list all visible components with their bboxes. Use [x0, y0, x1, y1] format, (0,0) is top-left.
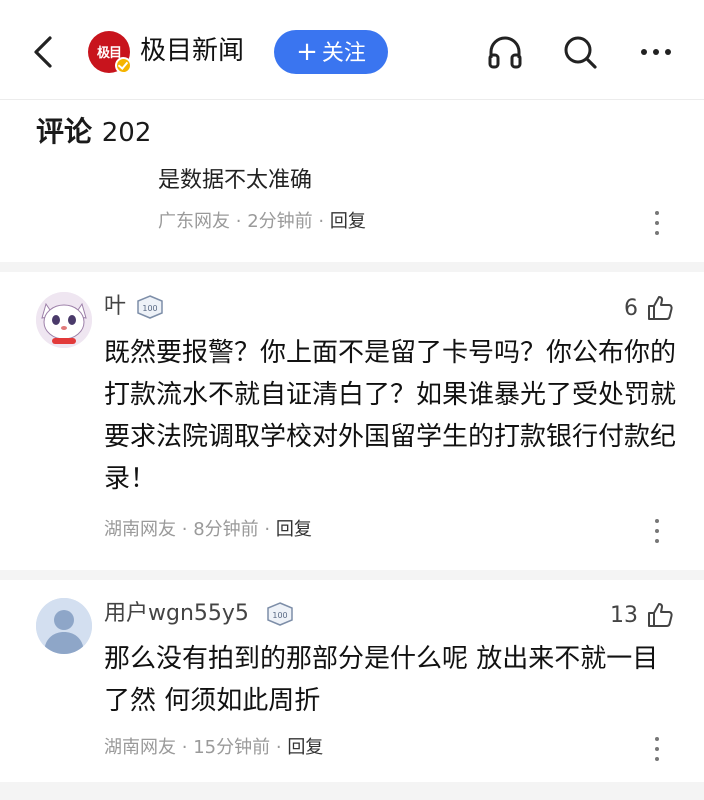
plus-icon: + [296, 37, 318, 67]
meta-separator: · [235, 211, 242, 232]
divider [0, 262, 704, 272]
back-button[interactable] [26, 30, 62, 74]
comments-count: 202 [101, 118, 152, 148]
more-icon[interactable] [647, 209, 667, 237]
comments-title: 评论 202 [36, 110, 151, 150]
divider [0, 570, 704, 580]
reply-button[interactable]: 回复 [276, 519, 312, 540]
avatar[interactable] [36, 292, 92, 348]
meta-separator: · [181, 519, 188, 540]
more-button[interactable] [636, 32, 676, 72]
meta-separator: · [181, 737, 188, 758]
comment-location: 湖南网友 [104, 519, 176, 540]
follow-button[interactable]: + 关注 [274, 30, 388, 74]
back-arrow-icon [34, 36, 52, 68]
like-button[interactable] [646, 294, 674, 322]
comment-text: 既然要报警？你上面不是留了卡号吗？你公布你的打款流水不就自证清白了？如果谁暴光了… [104, 338, 677, 494]
username[interactable]: 叶 [104, 292, 126, 322]
headphones-icon [488, 36, 522, 69]
default-user-avatar-icon [36, 598, 92, 654]
meta-separator: · [318, 211, 325, 232]
level-badge-icon: 100 [266, 602, 294, 626]
reply-button[interactable]: 回复 [287, 737, 323, 758]
source-logo[interactable]: 极目 [88, 31, 132, 74]
reply-location: 广东网友 [158, 211, 230, 232]
level-text: 100 [142, 304, 157, 313]
more-icon[interactable] [647, 517, 667, 545]
reply-meta: 广东网友 · 2分钟前 · 回复 [158, 209, 366, 235]
level-text: 100 [272, 611, 287, 620]
username[interactable]: 用户wgn55y5 [104, 599, 249, 629]
cat-avatar-icon [36, 292, 92, 348]
more-icon[interactable] [647, 735, 667, 763]
reply-text: 是数据不太准确 [158, 168, 313, 193]
like-count: 6 [624, 296, 638, 321]
meta-separator: · [264, 519, 271, 540]
source-name[interactable]: 极目新闻 [140, 34, 244, 68]
comment-time: 15分钟前 [193, 737, 271, 758]
search-icon [564, 36, 597, 69]
like-button[interactable] [646, 601, 674, 629]
divider [0, 782, 704, 800]
reply-button[interactable]: 回复 [330, 211, 366, 232]
thumbs-up-icon [648, 296, 673, 320]
level-badge-icon: 100 [136, 295, 164, 319]
avatar[interactable] [36, 598, 92, 654]
comment-meta: 湖南网友 · 15分钟前 · 回复 [104, 735, 323, 761]
comments-title-label: 评论 [36, 115, 93, 148]
top-bar: 极目 极目新闻 + 关注 [0, 0, 704, 100]
comment-meta: 湖南网友 · 8分钟前 · 回复 [104, 517, 312, 543]
thumbs-up-icon [648, 603, 673, 627]
search-button[interactable] [560, 32, 600, 72]
more-icon [641, 49, 671, 55]
comment-location: 湖南网友 [104, 737, 176, 758]
comment-time: 8分钟前 [193, 519, 259, 540]
comment-text: 那么没有拍到的那部分是什么呢 放出来不就一目了然 何须如此周折 [104, 644, 659, 716]
reply-time: 2分钟前 [247, 211, 313, 232]
listen-button[interactable] [485, 32, 525, 72]
meta-separator: · [275, 737, 282, 758]
like-count: 13 [610, 603, 638, 628]
verified-icon [115, 57, 132, 74]
follow-label: 关注 [321, 41, 366, 66]
